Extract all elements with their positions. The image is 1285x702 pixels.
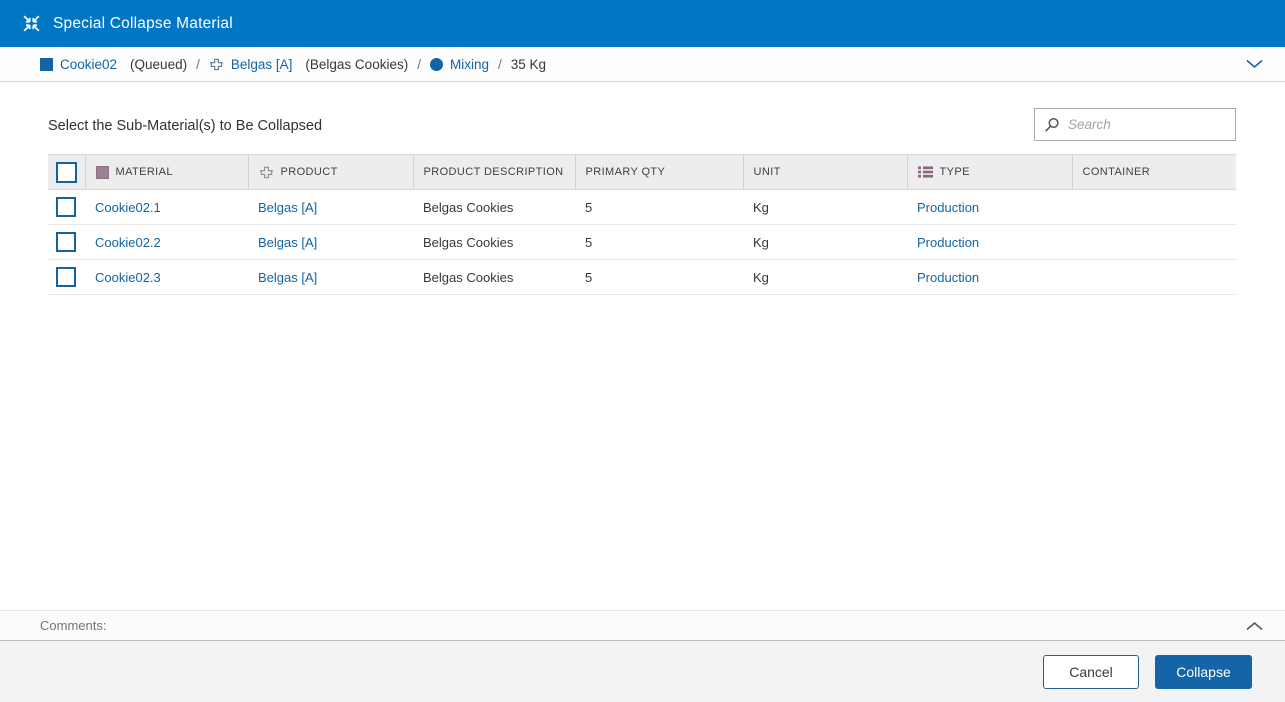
operation-circle-icon (429, 57, 443, 71)
table-row: Cookie02.3 Belgas [A] Belgas Cookies 5 K… (48, 259, 1236, 295)
section-heading: Select the Sub-Material(s) to Be Collaps… (48, 118, 323, 134)
breadcrumb-product-description: (Belgas Cookies) (305, 56, 409, 72)
product-cell: Belgas [A] (248, 259, 413, 295)
container-cell (1072, 224, 1236, 260)
product-cell: Belgas [A] (248, 189, 413, 225)
type-link[interactable]: Production (917, 200, 979, 215)
title-bar: Special Collapse Material (0, 0, 1285, 47)
material-cell: Cookie02.3 (85, 259, 248, 295)
select-all-header-cell (48, 154, 85, 190)
row-select-checkbox[interactable] (56, 232, 76, 252)
material-link[interactable]: Cookie02.1 (95, 200, 161, 215)
page-title: Special Collapse Material (53, 14, 233, 32)
product-icon (259, 165, 274, 180)
primary-qty-cell: 5 (575, 259, 743, 295)
collapse-button[interactable]: Collapse (1155, 654, 1252, 689)
type-cell: Production (907, 224, 1072, 260)
search-box (1034, 108, 1236, 141)
breadcrumb-separator: / (196, 56, 200, 72)
row-select-cell (48, 189, 85, 225)
container-cell (1072, 189, 1236, 225)
breadcrumb-expand-button[interactable] (1238, 55, 1271, 73)
type-link[interactable]: Production (917, 270, 979, 285)
breadcrumb-material-link[interactable]: Cookie02 (60, 57, 117, 72)
type-list-icon (917, 166, 933, 178)
product-link[interactable]: Belgas [A] (258, 235, 317, 250)
row-select-cell (48, 224, 85, 260)
row-select-checkbox[interactable] (56, 267, 76, 287)
unit-cell: Kg (743, 224, 907, 260)
material-cell: Cookie02.1 (85, 189, 248, 225)
breadcrumb-separator: / (417, 56, 421, 72)
primary-qty-cell: 5 (575, 189, 743, 225)
column-header-type[interactable]: TYPE (906, 154, 1072, 190)
breadcrumb-operation: Mixing (429, 57, 489, 72)
table-body: Cookie02.1 Belgas [A] Belgas Cookies 5 K… (48, 189, 1236, 295)
breadcrumb-material-status: (Queued) (130, 56, 188, 72)
chevron-down-icon (1246, 59, 1263, 69)
product-icon (209, 57, 224, 72)
breadcrumb-material: Cookie02 (Queued) (40, 57, 187, 72)
product-cell: Belgas [A] (248, 224, 413, 260)
material-link[interactable]: Cookie02.3 (95, 270, 161, 285)
column-header-unit[interactable]: UNIT (742, 154, 907, 190)
breadcrumb-product-link[interactable]: Belgas [A] (231, 57, 293, 72)
material-link[interactable]: Cookie02.2 (95, 235, 161, 250)
material-cell: Cookie02.2 (85, 224, 248, 260)
search-icon (1044, 117, 1060, 133)
product-description-cell: Belgas Cookies (413, 259, 575, 295)
column-header-material[interactable]: MATERIAL (84, 154, 248, 190)
breadcrumb-product: Belgas [A] (Belgas Cookies) (209, 57, 408, 72)
material-icon (95, 165, 109, 179)
comments-label: Comments: (40, 618, 107, 633)
row-select-cell (48, 259, 85, 295)
sub-materials-table: MATERIAL PRODUCT PRODUCT DESCRIPTION PRI… (48, 154, 1236, 295)
type-cell: Production (907, 259, 1072, 295)
table-header-row: MATERIAL PRODUCT PRODUCT DESCRIPTION PRI… (48, 154, 1236, 190)
row-select-checkbox[interactable] (56, 197, 76, 217)
collapse-arrows-icon (21, 13, 42, 34)
comments-collapse-button[interactable] (1238, 617, 1271, 635)
column-header-product-description[interactable]: PRODUCT DESCRIPTION (412, 154, 575, 190)
column-header-primary-qty[interactable]: PRIMARY QTY (574, 154, 743, 190)
table-row: Cookie02.2 Belgas [A] Belgas Cookies 5 K… (48, 224, 1236, 260)
type-cell: Production (907, 189, 1072, 225)
product-link[interactable]: Belgas [A] (258, 200, 317, 215)
cancel-button[interactable]: Cancel (1043, 654, 1139, 689)
breadcrumb: Cookie02 (Queued) / Belgas [A] (Belgas C… (0, 47, 1285, 82)
table-row: Cookie02.1 Belgas [A] Belgas Cookies 5 K… (48, 189, 1236, 225)
column-header-product[interactable]: PRODUCT (247, 154, 413, 190)
primary-qty-cell: 5 (575, 224, 743, 260)
comments-bar: Comments: (0, 610, 1285, 641)
select-all-checkbox[interactable] (56, 161, 77, 183)
type-link[interactable]: Production (917, 235, 979, 250)
breadcrumb-operation-link[interactable]: Mixing (450, 57, 489, 72)
product-description-cell: Belgas Cookies (413, 189, 575, 225)
search-input[interactable] (1068, 117, 1226, 132)
breadcrumb-quantity: 35 Kg (510, 56, 547, 72)
material-square-icon (40, 57, 53, 71)
main-content: Select the Sub-Material(s) to Be Collaps… (0, 82, 1285, 610)
product-link[interactable]: Belgas [A] (258, 270, 317, 285)
column-header-container[interactable]: CONTAINER (1071, 154, 1236, 190)
footer-action-bar: Cancel Collapse (0, 641, 1285, 702)
unit-cell: Kg (743, 259, 907, 295)
breadcrumb-separator: / (497, 56, 502, 72)
container-cell (1072, 259, 1236, 295)
product-description-cell: Belgas Cookies (413, 224, 575, 260)
unit-cell: Kg (743, 189, 907, 225)
chevron-up-icon (1246, 621, 1263, 631)
